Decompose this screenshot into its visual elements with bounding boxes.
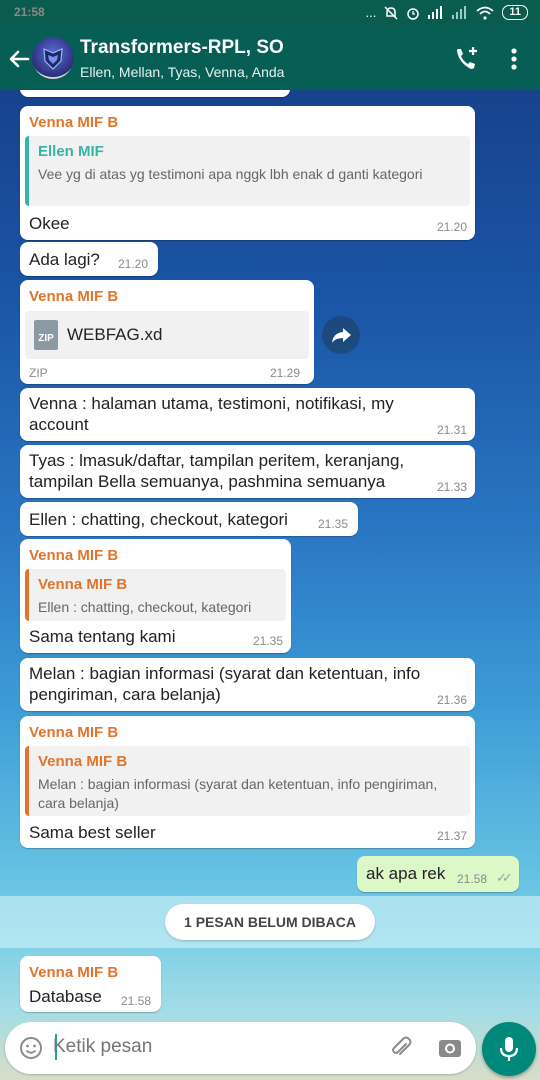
message-bubble[interactable]: Venna MIF B Venna MIF B Ellen : chatting… (20, 539, 291, 653)
message-composer[interactable] (5, 1022, 476, 1074)
attachment-icon[interactable] (388, 1035, 414, 1061)
more-vert-icon[interactable] (504, 44, 524, 74)
add-call-icon[interactable] (452, 44, 482, 74)
signal-icon-2 (452, 6, 467, 19)
file-attachment[interactable]: ZIP WEBFAG.xd (25, 311, 309, 359)
file-type: ZIP (29, 366, 48, 380)
message-time: 21.29 (269, 366, 300, 380)
read-ticks-icon: ✓✓ (496, 870, 513, 885)
autobot-logo-icon (43, 48, 63, 70)
outgoing-message-bubble[interactable]: ak apa rek 21.58 ✓✓ (357, 856, 519, 892)
message-bubble[interactable]: Venna : halaman utama, testimoni, notifi… (20, 388, 475, 441)
message-text: Tyas : lmasuk/daftar, tampilan peritem, … (29, 451, 405, 491)
message-text: Sama tentang kami (29, 627, 176, 646)
battery-icon: 11 (502, 5, 528, 20)
message-time: 21.35 (252, 634, 283, 648)
message-bubble[interactable]: Ellen : chatting, checkout, kategori 21.… (20, 502, 358, 536)
zip-file-icon: ZIP (34, 320, 58, 350)
message-text: Okee (29, 214, 70, 233)
message-time: 21.37 (436, 829, 467, 843)
message-bubble-partial[interactable] (20, 90, 290, 97)
quoted-text: Ellen : chatting, checkout, kategori (38, 599, 252, 615)
status-time: 21:58 (14, 5, 45, 19)
file-name: WEBFAG.xd (67, 325, 163, 344)
microphone-icon (499, 1037, 519, 1061)
status-dots: ... (365, 5, 377, 20)
chat-area[interactable]: Venna MIF B Ellen MIF Vee yg di atas yg … (0, 90, 540, 1080)
quoted-sender: Ellen MIF (38, 143, 104, 160)
message-sender: Venna MIF B (29, 114, 119, 131)
alarm-icon (407, 7, 420, 20)
message-text: Ada lagi? (29, 250, 100, 269)
message-text: Melan : bagian informasi (syarat dan ket… (29, 664, 421, 704)
voice-message-button[interactable] (482, 1022, 536, 1076)
message-bubble[interactable]: Venna MIF B Database 21.58 (20, 956, 161, 1012)
forward-button[interactable] (322, 316, 360, 354)
chat-title[interactable]: Transformers-RPL, SO (80, 37, 284, 59)
wifi-icon (476, 6, 494, 20)
message-time: 21.33 (436, 480, 467, 494)
message-text: Database (29, 987, 102, 1006)
back-arrow-icon[interactable] (6, 42, 32, 76)
status-icons: ... 11 (366, 5, 528, 20)
file-message-bubble[interactable]: Venna MIF B ZIP WEBFAG.xd ZIP 21.29 (20, 280, 314, 384)
unread-divider: 1 PESAN BELUM DIBACA (0, 896, 540, 948)
quoted-message[interactable]: Venna MIF B Melan : bagian informasi (sy… (25, 746, 470, 816)
message-bubble[interactable]: Venna MIF B Venna MIF B Melan : bagian i… (20, 716, 475, 848)
quoted-sender: Venna MIF B (38, 753, 128, 770)
message-time: 21.58 (121, 994, 152, 1008)
message-text: Ellen : chatting, checkout, kategori (29, 510, 288, 529)
status-bar: 21:58 ... 11 (0, 0, 540, 28)
camera-icon[interactable] (437, 1035, 463, 1061)
mute-icon (384, 5, 398, 20)
message-input[interactable] (53, 1036, 253, 1058)
message-bubble[interactable]: Melan : bagian informasi (syarat dan ket… (20, 658, 475, 711)
message-time: 21.58 (457, 872, 488, 886)
quoted-sender: Venna MIF B (38, 576, 128, 593)
message-sender: Venna MIF B (29, 547, 119, 564)
quoted-message[interactable]: Venna MIF B Ellen : chatting, checkout, … (25, 569, 286, 621)
message-bubble[interactable]: Ada lagi? 21.20 (20, 242, 158, 276)
message-text: Sama best seller (29, 823, 156, 842)
quoted-text: Vee yg di atas yg testimoni apa nggk lbh… (38, 166, 423, 182)
forward-icon (332, 328, 351, 343)
unread-count-badge: 1 PESAN BELUM DIBACA (165, 904, 375, 940)
message-sender: Venna MIF B (29, 964, 119, 981)
chat-header: Transformers-RPL, SO Ellen, Mellan, Tyas… (0, 28, 540, 90)
message-sender: Venna MIF B (29, 288, 119, 305)
message-text: Venna : halaman utama, testimoni, notifi… (29, 394, 394, 434)
group-avatar[interactable] (32, 37, 74, 79)
signal-icon (428, 6, 443, 19)
message-time: 21.20 (118, 257, 149, 271)
message-bubble[interactable]: Venna MIF B Ellen MIF Vee yg di atas yg … (20, 106, 475, 240)
quoted-message[interactable]: Ellen MIF Vee yg di atas yg testimoni ap… (25, 136, 470, 206)
message-time: 21.36 (436, 693, 467, 707)
quoted-text: Melan : bagian informasi (syarat dan ket… (38, 776, 438, 811)
message-sender: Venna MIF B (29, 724, 119, 741)
message-time: 21.20 (436, 220, 467, 234)
message-bubble[interactable]: Tyas : lmasuk/daftar, tampilan peritem, … (20, 445, 475, 498)
message-time: 21.35 (318, 517, 349, 531)
emoji-icon[interactable] (19, 1036, 43, 1060)
message-time: 21.31 (436, 423, 467, 437)
message-text: ak apa rek (366, 864, 446, 883)
chat-participants[interactable]: Ellen, Mellan, Tyas, Venna, Anda (80, 64, 284, 80)
